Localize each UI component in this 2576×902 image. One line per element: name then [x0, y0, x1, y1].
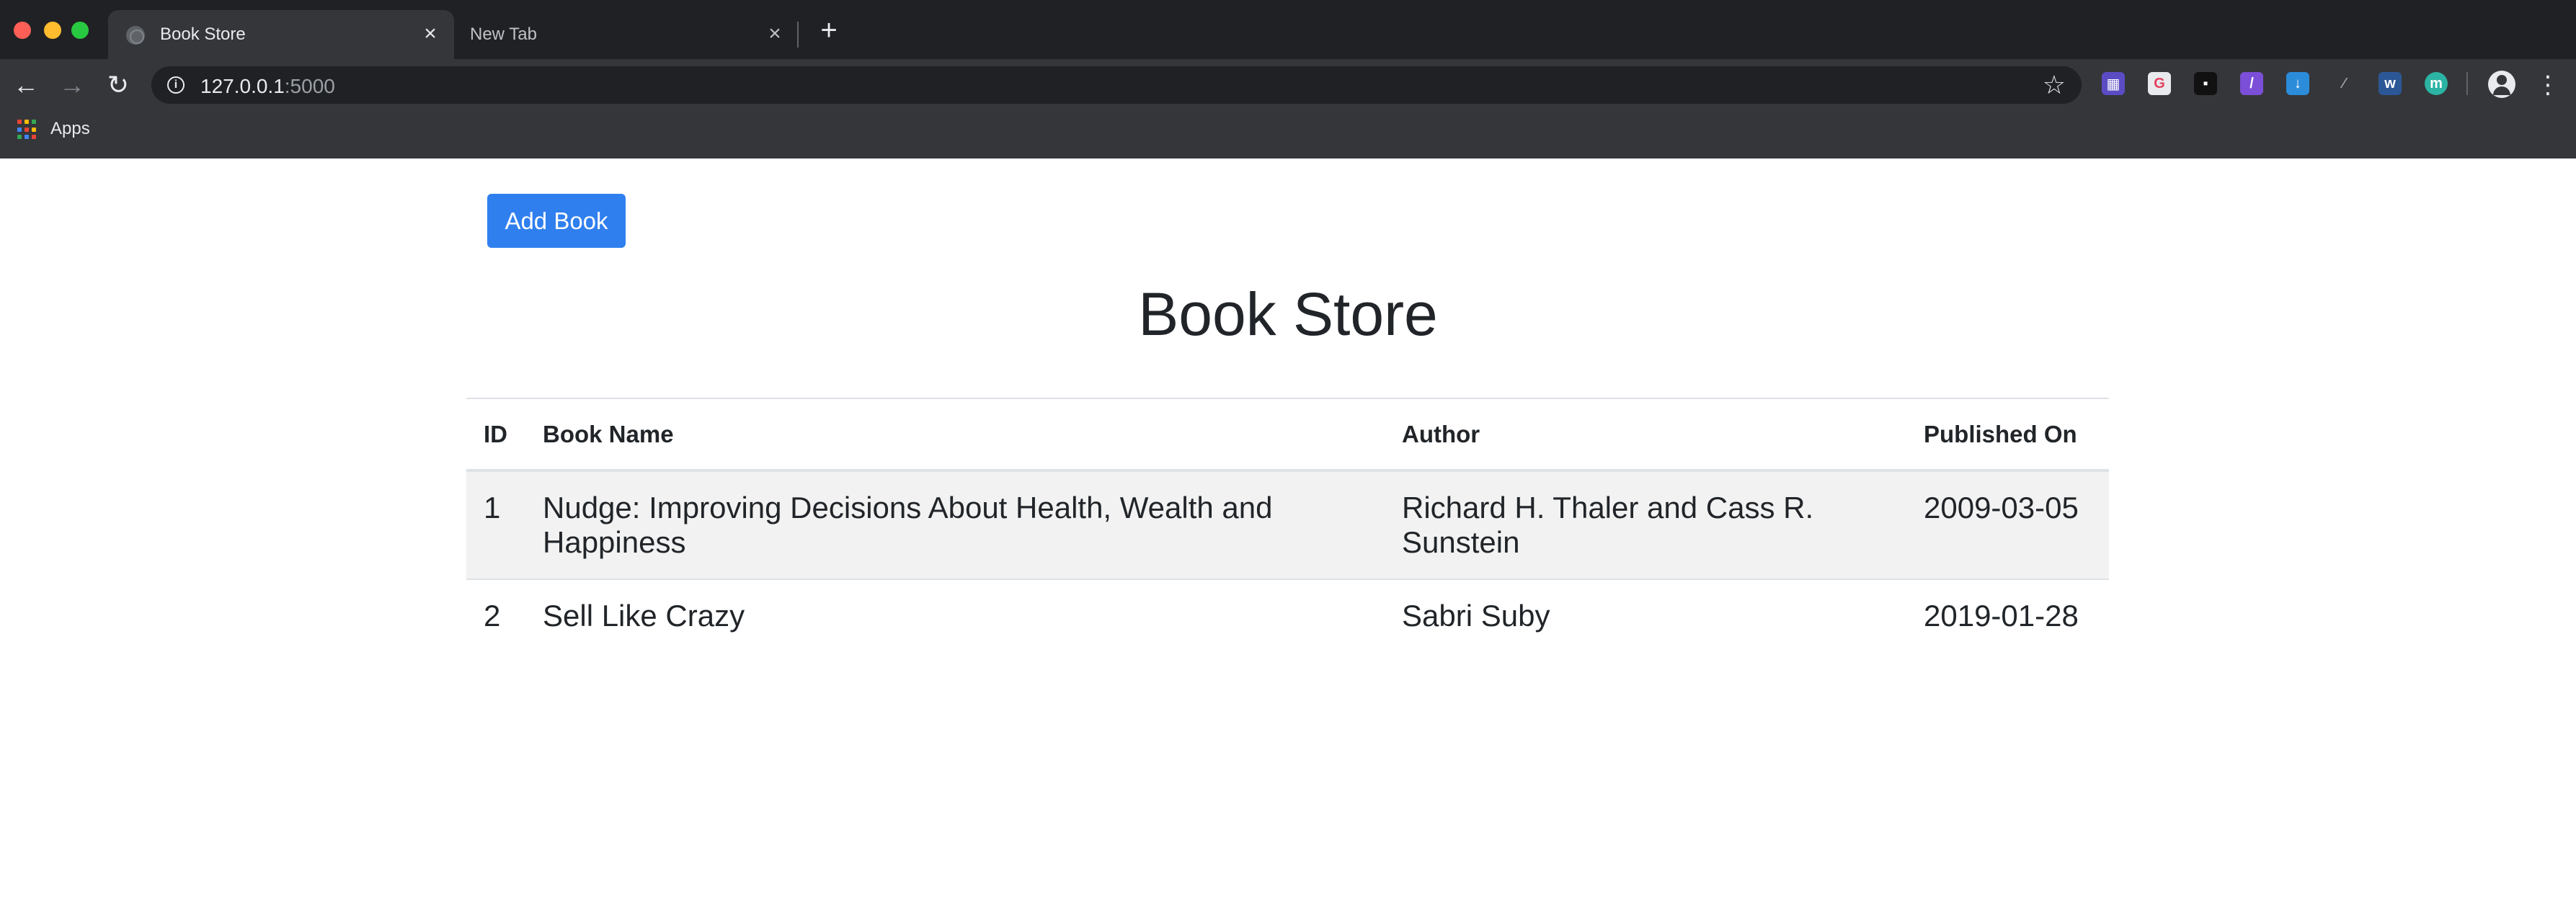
tab-new-tab[interactable]: New Tab ×	[457, 10, 796, 59]
page-title: Book Store	[1138, 280, 1438, 348]
header-id: ID	[466, 398, 525, 472]
table-row: 2 Sell Like Crazy Sabri Suby 2019-01-28	[466, 579, 2109, 652]
close-window-button[interactable]	[14, 22, 31, 39]
url-text[interactable]: 127.0.0.1:5000	[200, 75, 335, 98]
extension-v-icon[interactable]: /	[2240, 72, 2263, 95]
cell-author: Sabri Suby	[1385, 579, 1906, 652]
minimize-window-button[interactable]	[44, 22, 61, 39]
cell-id: 2	[466, 579, 525, 652]
browser-chrome: Book Store × New Tab × + ← → ↻ i 127.0.0…	[0, 0, 2576, 158]
apps-bookmark[interactable]: Apps	[50, 119, 90, 139]
browser-toolbar: ← → ↻ i 127.0.0.1:5000 ☆	[0, 59, 2576, 111]
download-extension-icon[interactable]: ↓	[2286, 72, 2309, 95]
tab-title: New Tab	[470, 24, 537, 44]
add-book-button[interactable]: Add Book	[487, 194, 626, 248]
reload-icon[interactable]: ↻	[102, 69, 134, 101]
address-bar[interactable]: i 127.0.0.1:5000 ☆	[151, 66, 2082, 104]
cell-book-name: Sell Like Crazy	[525, 579, 1385, 652]
apps-grid-icon[interactable]	[17, 120, 37, 140]
eyedropper-icon[interactable]: ⁄	[2332, 72, 2355, 95]
cell-published-on: 2009-03-05	[1906, 470, 2109, 579]
globe-icon	[126, 26, 145, 45]
url-port: :5000	[284, 75, 335, 97]
books-table: ID Book Name Author Published On 1 Nudge…	[466, 398, 2109, 652]
bookmarks-bar: Apps	[0, 111, 2576, 158]
close-icon[interactable]: ×	[418, 22, 443, 46]
table-row: 1 Nudge: Improving Decisions About Healt…	[466, 470, 2109, 579]
tab-title: Book Store	[160, 24, 246, 44]
header-author: Author	[1385, 398, 1906, 472]
tab-divider	[797, 22, 799, 48]
extension-grid-icon[interactable]: ▦	[2102, 72, 2125, 95]
cell-published-on: 2019-01-28	[1906, 579, 2109, 652]
cell-author: Richard H. Thaler and Cass R. Sunstein	[1385, 470, 1906, 579]
info-icon[interactable]: i	[167, 76, 185, 94]
forward-arrow-icon[interactable]: →	[56, 69, 88, 101]
word-w-icon[interactable]: w	[2379, 72, 2402, 95]
back-arrow-icon[interactable]: ←	[10, 69, 42, 101]
table-header-row: ID Book Name Author Published On	[466, 398, 2109, 472]
grammarly-icon[interactable]: G	[2148, 72, 2171, 95]
profile-avatar-icon[interactable]	[2488, 71, 2515, 98]
header-published-on: Published On	[1906, 398, 2109, 472]
new-tab-plus-icon[interactable]: +	[814, 16, 843, 45]
extension-dark-icon[interactable]: ▪	[2194, 72, 2217, 95]
extension-m-icon[interactable]: m	[2425, 72, 2448, 95]
maximize-window-button[interactable]	[71, 22, 89, 39]
cell-book-name: Nudge: Improving Decisions About Health,…	[525, 470, 1385, 579]
tab-strip: Book Store × New Tab × +	[0, 0, 2576, 59]
header-book-name: Book Name	[525, 398, 1385, 472]
close-icon[interactable]: ×	[763, 22, 787, 46]
bookmark-star-icon[interactable]: ☆	[2043, 71, 2066, 99]
tab-book-store[interactable]: Book Store ×	[108, 10, 454, 59]
cell-id: 1	[466, 470, 525, 579]
toolbar-divider	[2466, 72, 2468, 95]
menu-kebab-icon[interactable]: ⋮	[2536, 71, 2560, 99]
url-host: 127.0.0.1	[200, 75, 285, 97]
